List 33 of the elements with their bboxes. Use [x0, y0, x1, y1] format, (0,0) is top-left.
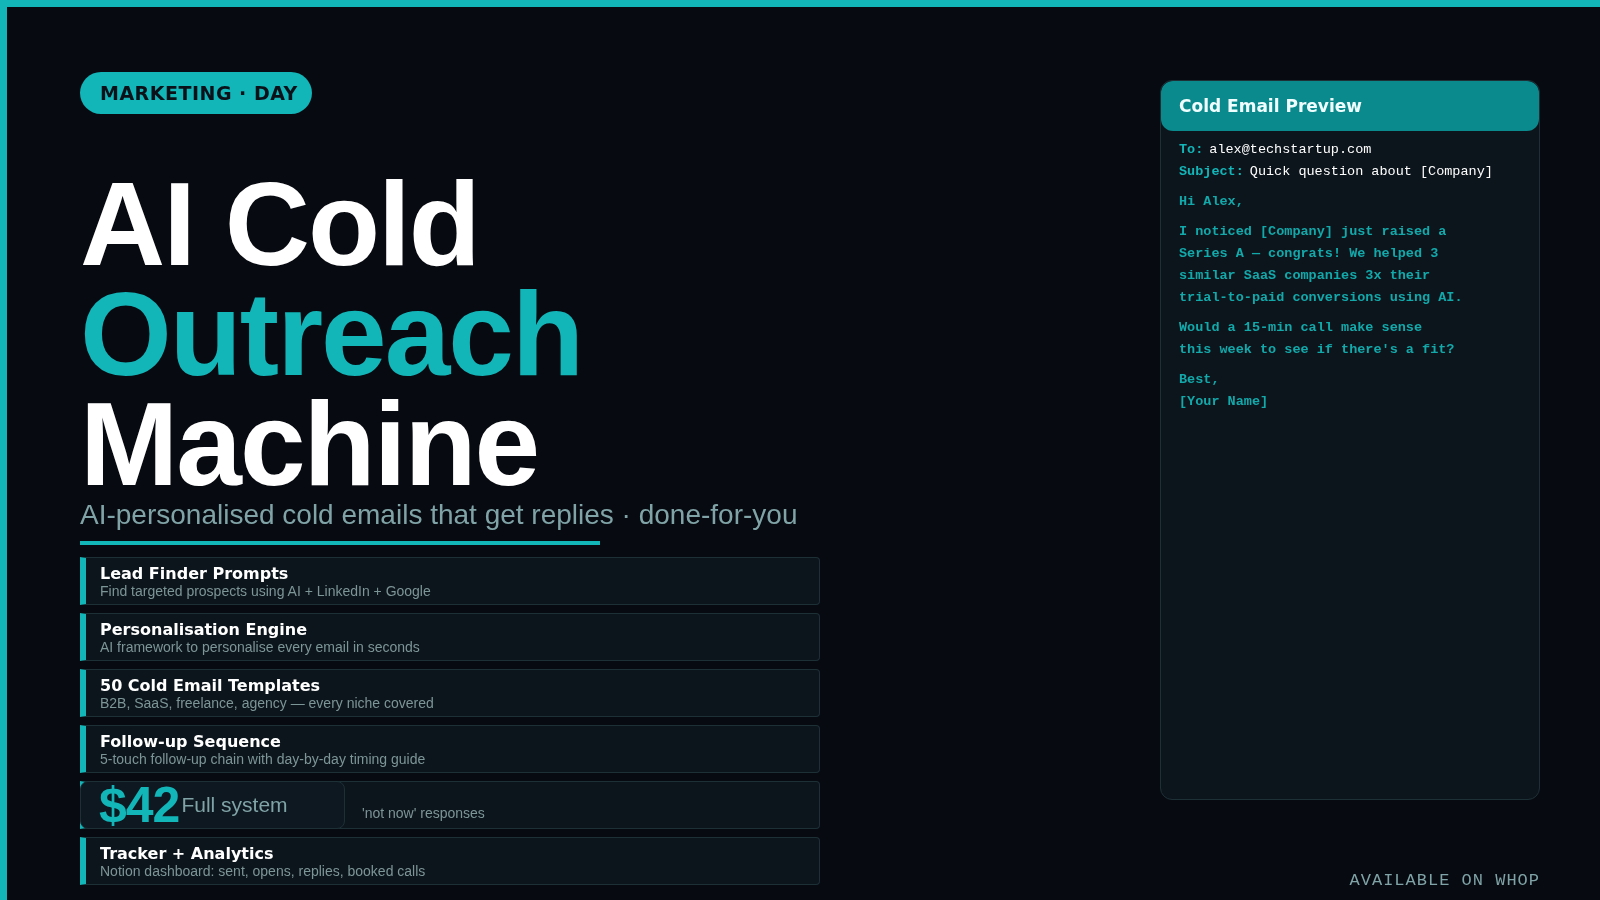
headline-line: Outreach: [80, 279, 583, 389]
feature-description: B2B, SaaS, freelance, agency — every niche covered: [100, 694, 434, 711]
headline-line: Machine: [80, 389, 539, 499]
feature-title: Lead Finder Prompts: [100, 563, 289, 583]
feature-description: 'not now' responses: [362, 805, 485, 821]
category-badge: MARKETING · DAY: [80, 72, 312, 114]
email-line: Would a 15-min call make sense: [1179, 319, 1423, 337]
header-value: Quick question about [Company]: [1249, 164, 1493, 179]
email-line: I noticed [Company] just raised a: [1179, 223, 1447, 241]
email-line: [Your Name]: [1179, 393, 1269, 411]
feature-description: Find targeted prospects using AI + LinkedIn + Google: [100, 582, 431, 599]
email-line: Best,: [1179, 371, 1220, 389]
email-line: trial-to-paid conversions using AI.: [1179, 289, 1463, 307]
feature-description: Notion dashboard: sent, opens, replies, booked calls: [100, 862, 426, 879]
email-line: Hi Alex,: [1179, 193, 1244, 211]
email-line: Series A — congrats! We helped 3: [1179, 245, 1439, 263]
panel-title: Cold Email Preview: [1161, 81, 1539, 131]
feature-description: 5-touch follow-up chain with day-by-day timing guide: [100, 750, 426, 767]
availability-note: AVAILABLE ON WHOP: [1349, 871, 1540, 890]
feature-title: 50 Cold Email Templates: [100, 675, 321, 695]
email-line: this week to see if there's a fit?: [1179, 341, 1455, 359]
header-value: alex@techstartup.com: [1209, 142, 1372, 157]
header-label: Subject:: [1179, 164, 1244, 179]
header-label: To:: [1179, 142, 1204, 157]
feature-title: Personalisation Engine: [100, 619, 308, 639]
price: $42: [99, 780, 180, 830]
headline-line: AI Cold: [80, 169, 479, 279]
feature-description: AI framework to personalise every email in seconds: [100, 638, 420, 655]
price-note: Full system: [181, 793, 288, 817]
email-line: similar SaaS companies 3x their: [1179, 267, 1431, 285]
feature-title: Tracker + Analytics: [100, 843, 274, 863]
subtitle: AI-personalised cold emails that get replies · done-for-you: [80, 499, 798, 531]
feature-title: Follow-up Sequence: [100, 731, 281, 751]
